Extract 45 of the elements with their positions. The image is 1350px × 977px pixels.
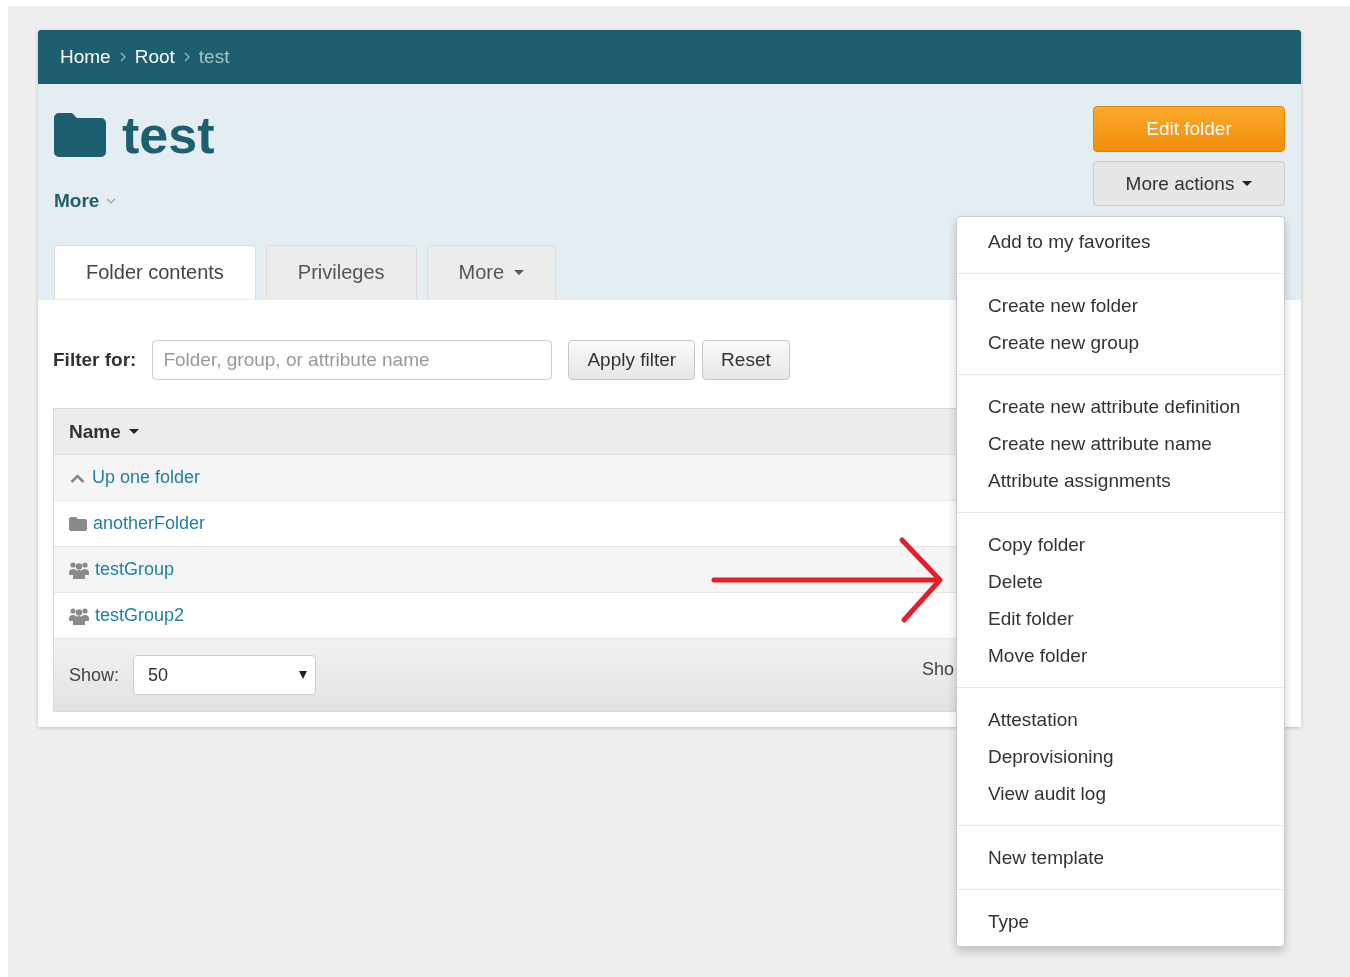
item-link[interactable]: testGroup: [95, 559, 175, 580]
chevron-up-icon: [69, 471, 86, 484]
folder-icon: [54, 113, 106, 157]
more-actions-button[interactable]: More actions: [1093, 161, 1285, 206]
name-column-header[interactable]: Name: [69, 420, 139, 443]
filter-label: Filter for:: [53, 349, 137, 371]
menu-item[interactable]: Type: [957, 903, 1284, 940]
folder-icon: [69, 516, 87, 531]
people-icon: [69, 560, 89, 579]
menu-item[interactable]: Add to my favorites: [957, 223, 1284, 260]
current-page-name: test: [198, 46, 230, 68]
item-link[interactable]: testGroup2: [95, 605, 185, 626]
people-icon: [69, 606, 89, 625]
apply-filter-button[interactable]: Apply filter: [568, 340, 696, 380]
menu-item[interactable]: New template: [957, 839, 1284, 876]
menu-item[interactable]: Create new folder: [957, 287, 1284, 324]
menu-item[interactable]: Create new attribute name: [957, 425, 1284, 462]
chevron-icon: [183, 52, 190, 62]
item-link[interactable]: anotherFolder: [93, 513, 206, 534]
tab[interactable]: Privileges: [265, 245, 417, 299]
folder-title: test: [122, 108, 215, 162]
tab[interactable]: More: [426, 245, 557, 299]
menu-item[interactable]: Edit folder: [957, 600, 1284, 637]
menu-item[interactable]: Attribute assignments: [957, 462, 1284, 499]
breadcrumb-link[interactable]: Home: [60, 46, 111, 68]
more-link[interactable]: More: [54, 190, 117, 212]
menu-item[interactable]: Create new group: [957, 324, 1284, 361]
menu-item[interactable]: Attestation: [957, 701, 1284, 738]
menu-item[interactable]: Copy folder: [957, 526, 1284, 563]
filter-input[interactable]: Folder, group, or attribute name: [152, 340, 553, 380]
menu-item[interactable]: Deprovisioning: [957, 738, 1284, 775]
showing-text: Sho: [922, 658, 955, 680]
menu-item[interactable]: View audit log: [957, 775, 1284, 812]
caret-icon: [299, 671, 308, 679]
tab[interactable]: Folder contents: [54, 245, 256, 299]
up-folder-link[interactable]: Up one folder: [92, 467, 201, 488]
chevron-icon: [119, 52, 126, 62]
breadcrumb-link[interactable]: Root: [134, 46, 175, 68]
chevron-down-icon: [106, 198, 117, 204]
menu-item[interactable]: Delete: [957, 563, 1284, 600]
menu-item[interactable]: Move folder: [957, 637, 1284, 674]
reset-button[interactable]: Reset: [702, 340, 790, 380]
show-label: Show:: [69, 664, 120, 686]
menu-item[interactable]: Create new attribute definition: [957, 388, 1284, 425]
page-size-select[interactable]: 50: [133, 655, 317, 695]
